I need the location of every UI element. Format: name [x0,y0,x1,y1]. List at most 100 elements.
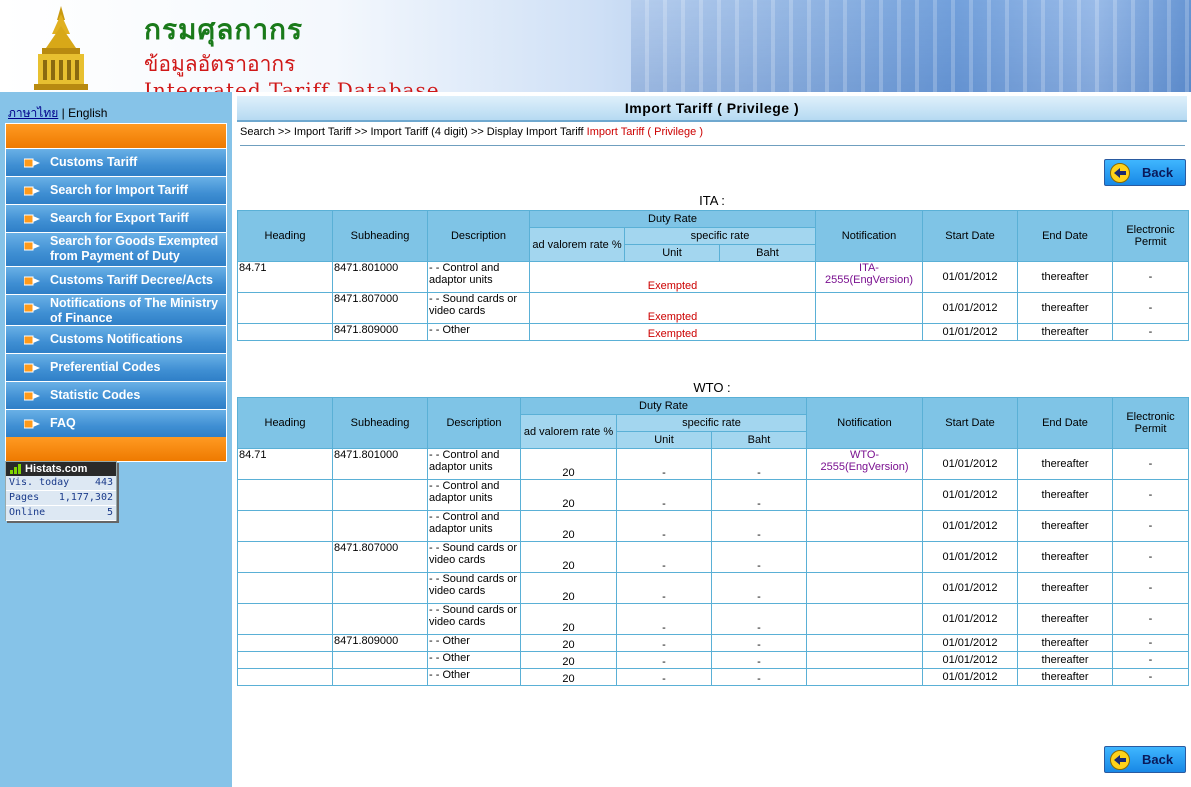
cell-subheading [332,572,428,604]
arrow-right-icon [24,335,40,345]
cell-notification-text[interactable]: ITA-2555(EngVersion) [825,262,913,286]
cell-electronic-permit: - [1112,541,1189,573]
cell-unit: - [616,603,712,635]
bar-chart-icon [10,464,21,474]
cell-start-date-text: 01/01/2012 [942,671,998,683]
sidebar-item-faq[interactable]: FAQ [6,409,226,437]
sidebar: ภาษาไทย | English Customs Tariff Search … [0,92,232,787]
cell-heading [237,634,333,652]
col-specific-rate: specific rate [624,227,816,245]
cell-unit-text: - [662,673,666,685]
sidebar-item-search-export[interactable]: Search for Export Tariff [6,204,226,232]
histats-header: Histats.com [6,462,116,476]
cell-notification[interactable]: ITA-2555(EngVersion) [815,261,923,293]
cell-ad-valorem: 20 [520,668,617,686]
cell-subheading: 8471.801000 [332,448,428,480]
sidebar-item-label: Search for Goods Exempted from Payment o… [50,234,219,263]
cell-subheading-text: 8471.809000 [334,635,399,647]
cell-ad-valorem: 20 [520,541,617,573]
cell-description: - - Control and adaptor units [427,479,521,511]
cell-electronic-permit-text: - [1148,520,1153,532]
col-electronic-permit: Electronic Permit [1112,210,1189,262]
cell-notification[interactable]: WTO-2555(EngVersion) [806,448,923,480]
cell-description-text: - - Control and adaptor units [429,449,500,473]
cell-subheading [332,651,428,669]
cell-unit: - [616,510,712,542]
cell-ad-valorem-text: 20 [562,498,575,510]
cell-duty-rate-text: Exempted [647,328,698,340]
cell-baht: - [711,510,807,542]
cell-end-date: thereafter [1017,541,1113,573]
cell-end-date-text: thereafter [1041,613,1089,625]
histats-counter[interactable]: Histats.com Vis. today 443 Pages 1,177,302… [5,461,117,521]
arrow-right-icon [24,241,40,251]
col-duty-rate: Duty Rate [520,397,807,415]
cell-end-date-text: thereafter [1041,302,1089,314]
header-cityscape-banner [631,0,1191,92]
cell-electronic-permit: - [1112,572,1189,604]
cell-ad-valorem: 20 [520,479,617,511]
cell-description: - - Sound cards or video cards [427,572,521,604]
col-subheading: Subheading [332,397,428,449]
cell-baht: - [711,651,807,669]
cell-ad-valorem-text: 20 [562,560,575,572]
sidebar-item-statistic-codes[interactable]: Statistic Codes [6,381,226,409]
sidebar-item-customs-notifications[interactable]: Customs Notifications [6,325,226,353]
sidebar-item-search-import[interactable]: Search for Import Tariff [6,176,226,204]
col-ad-valorem: ad valorem rate % [529,227,625,262]
sidebar-item-label: Customs Notifications [50,332,183,346]
histats-row: Vis. today 443 [6,476,116,491]
cell-description: - - Control and adaptor units [427,448,521,480]
table-row: - - Control and adaptor units 20 - - 01/01/2… [237,479,1189,511]
cell-ad-valorem: 20 [520,448,617,480]
back-button-bottom[interactable]: Back [1104,746,1186,773]
wto-table-body: 84.71 8471.801000 - - Control and adaptor … [237,448,1189,686]
col-duty-rate: Duty Rate [529,210,816,228]
col-unit: Unit [616,431,712,449]
cell-notification [806,668,923,686]
cell-notification [806,651,923,669]
cell-notification [806,479,923,511]
cell-start-date: 01/01/2012 [922,572,1018,604]
sidebar-item-goods-exempted[interactable]: Search for Goods Exempted from Payment o… [6,232,226,266]
cell-start-date: 01/01/2012 [922,668,1018,686]
cell-description-text: - - Other [429,324,470,336]
cell-heading [237,323,333,341]
cell-heading [237,541,333,573]
cell-heading [237,510,333,542]
cell-end-date: thereafter [1017,668,1113,686]
cell-electronic-permit-text: - [1148,489,1153,501]
cell-notification-text[interactable]: WTO-2555(EngVersion) [820,449,908,473]
sidebar-item-tariff-decree[interactable]: Customs Tariff Decree/Acts [6,266,226,294]
cell-start-date: 01/01/2012 [922,261,1018,293]
cell-description: - - Control and adaptor units [427,510,521,542]
cell-description-text: - - Sound cards or video cards [429,293,518,317]
menu-top-cap [6,124,226,148]
cell-description: - - Sound cards or video cards [427,541,521,573]
back-button-top[interactable]: Back [1104,159,1186,186]
site-header: กรมศุลกากร ข้อมูลอัตราอากร Integrated Ta… [0,0,1191,92]
cell-description-text: - - Control and adaptor units [429,480,500,504]
table-row: - - Sound cards or video cards 20 - - 01/01/… [237,572,1189,604]
col-heading: Heading [237,210,333,262]
sidebar-item-label: Preferential Codes [50,360,161,374]
cell-heading: 84.71 [237,448,333,480]
cell-unit-text: - [662,656,666,668]
sidebar-item-customs-tariff[interactable]: Customs Tariff [6,148,226,176]
sidebar-item-preferential-codes[interactable]: Preferential Codes [6,353,226,381]
cell-start-date: 01/01/2012 [922,603,1018,635]
cell-unit-text: - [662,639,666,651]
arrow-right-icon [24,276,40,286]
cell-start-date-text: 01/01/2012 [942,326,998,338]
cell-description: - - Other [427,668,521,686]
sidebar-item-label: Search for Import Tariff [50,183,188,197]
cell-description: - - Other [427,634,521,652]
cell-description: - - Sound cards or video cards [427,603,521,635]
cell-subheading: 8471.809000 [332,634,428,652]
sidebar-item-ministry-notifications[interactable]: Notifications of The Ministry of Finance [6,294,226,325]
col-heading: Heading [237,397,333,449]
cell-duty-rate-text: Exempted [647,280,698,292]
lang-thai-link[interactable]: ภาษาไทย [8,106,58,120]
cell-subheading-text: 8471.807000 [334,542,399,554]
cell-start-date: 01/01/2012 [922,634,1018,652]
